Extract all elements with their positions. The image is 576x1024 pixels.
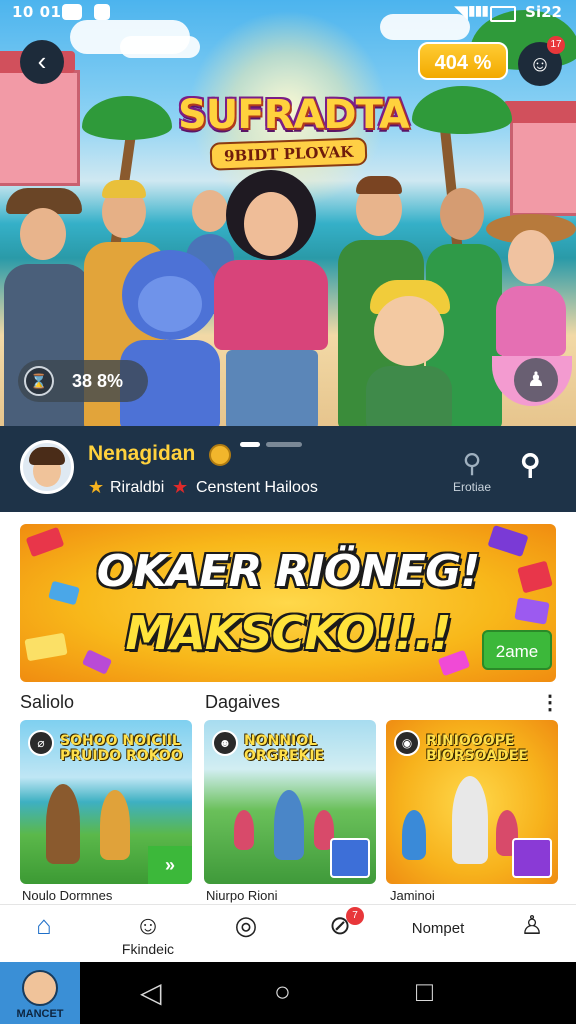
nav-home[interactable]: ⌂ [14, 905, 74, 963]
game-icon: ☻ [212, 730, 238, 756]
palm-leaves [412, 86, 512, 134]
play-arrow-icon[interactable]: » [148, 846, 192, 884]
game-card-2[interactable]: ☻ NONNIOL ORGREKIE [204, 720, 376, 884]
gamepad-icon: ◎ [234, 910, 258, 940]
nav-games[interactable]: ◎ [216, 905, 276, 963]
profile-tag-2: Censtent Hailoos [196, 479, 318, 496]
hourglass-icon: ⌛ [24, 366, 54, 396]
nav-more[interactable]: Nompet [396, 921, 480, 951]
game-card-name: Jaminoi [390, 888, 435, 903]
section-title-left: Saliolo [20, 692, 75, 712]
home-nav-icon[interactable]: ○ [274, 976, 291, 1008]
friends-icon: ☺ [134, 910, 162, 940]
house-left [0, 51, 80, 186]
nav-friends-label: Fkindeic [121, 941, 175, 957]
back-nav-icon[interactable]: ◁ [140, 976, 162, 1009]
house-right [503, 101, 576, 216]
carousel-dot[interactable] [266, 442, 302, 448]
banner-line-2: MAKSCKO!!.! [125, 606, 451, 660]
system-navigation-bar: ◁ ○ □ [0, 962, 576, 1024]
game-card-1[interactable]: ⌀ SOHOO NOICIIL PRUIDO ROKOO » [20, 720, 192, 884]
status-right-time: Si22 [525, 3, 562, 21]
item-icon [330, 838, 370, 878]
search-icon: ⚲ [520, 449, 541, 480]
game-card-title: NONNIOL ORGREKIE [244, 733, 325, 764]
chat-icon: ☺ [528, 51, 552, 76]
nav-badge: 7 [346, 907, 364, 925]
notification-badge: 17 [547, 36, 565, 54]
notification-icon [62, 4, 82, 20]
back-button[interactable]: ‹ [20, 40, 64, 84]
progress-pill[interactable]: ⌛ 38 8% [18, 360, 148, 402]
cloud [120, 36, 200, 58]
section-title-middle: Dagaives [205, 692, 281, 712]
star-icon: ★ [172, 477, 189, 497]
nav-activity[interactable]: ⊘ 7 [310, 905, 370, 963]
avatar[interactable] [20, 440, 74, 494]
person-icon: ♟ [527, 369, 545, 391]
nav-friends[interactable]: ☺ Fkindeic [110, 905, 186, 963]
profile-name: Nenagidan [88, 442, 196, 465]
progress-value: 38 8% [72, 371, 124, 391]
logo-subtitle: 9BIDT PLOVAK [209, 137, 369, 171]
logo-title: SUFRADTA [178, 92, 410, 138]
home-icon: ⌂ [36, 910, 52, 940]
profile-icon: ♙ [520, 910, 544, 940]
status-bar: 10 01 ◥ ▮▮▮ Si22 [0, 0, 576, 26]
search-icon: ⚲ [462, 448, 482, 478]
app-avatar[interactable]: MANCET [0, 962, 80, 1024]
game-card-name: Niurpo Rioni [206, 888, 278, 903]
game-card-3[interactable]: ◉ RINIOOOPE BIORSOADEE [386, 720, 558, 884]
explore-label: Erotiae [452, 480, 492, 494]
status-time: 10 01 [12, 3, 62, 21]
palm-leaves [82, 96, 172, 140]
character-woman-pink [206, 170, 336, 430]
banner-line-1: OKAER RIÖNEG! [96, 546, 481, 597]
notification-icon [94, 4, 110, 20]
explore-button[interactable]: ⚲ Erotiae [450, 450, 494, 494]
hero-carousel[interactable]: SUFRADTA 9BIDT PLOVAK ‹ 404 % ☺ 17 ⌛ 38 … [0, 0, 576, 430]
battery-icon [490, 6, 516, 22]
search-button[interactable]: ⚲ [520, 448, 541, 481]
promo-banner[interactable]: OKAER RIÖNEG! MAKSCKO!!.! [20, 524, 556, 682]
star-icon: ★ [88, 477, 105, 497]
side-action-button[interactable]: ♟ [514, 358, 558, 402]
character-blond-boy [360, 280, 460, 430]
coin-icon [209, 444, 231, 466]
game-icon: ◉ [394, 730, 420, 756]
more-options-icon[interactable]: ⋮ [540, 690, 560, 715]
bottom-navigation: ⌂ ☺ Fkindeic ◎ ⊘ 7 Nompet ♙ [0, 904, 576, 963]
carousel-dot-active[interactable] [240, 442, 260, 448]
game-card-name: Noulo Dormnes [22, 888, 113, 903]
game-card-title: SOHOO NOICIIL PRUIDO ROKOO [60, 733, 183, 764]
carousel-dots [240, 436, 308, 454]
chat-button[interactable]: ☺ 17 [518, 36, 565, 86]
game-card-title: RINIOOOPE BIORSOADEE [426, 733, 528, 764]
signal-icon: ▮▮▮ [467, 3, 489, 19]
nav-profile[interactable]: ♙ [504, 905, 560, 963]
recents-nav-icon[interactable]: □ [416, 976, 433, 1008]
app-avatar-label: MANCET [16, 1008, 64, 1020]
game-icon: ⌀ [28, 730, 54, 756]
profile-tag-1: Riraldbi [110, 479, 165, 496]
item-icon [512, 838, 552, 878]
points-badge[interactable]: 404 % [418, 42, 508, 80]
banner-game-button[interactable]: 2ame [482, 630, 552, 670]
wifi-icon: ◥ [454, 2, 468, 23]
back-arrow-icon: ‹ [37, 46, 47, 76]
